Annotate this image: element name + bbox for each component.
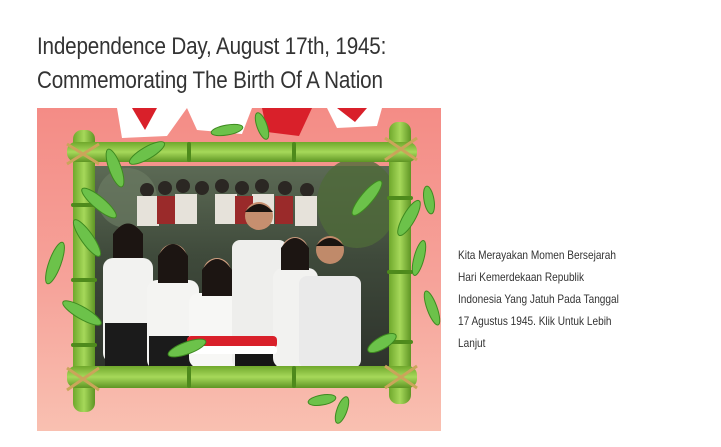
excerpt-line: Kita Merayakan Momen Bersejarah — [458, 248, 616, 262]
page-title-line-1: Independence Day, August 17th, 1945: — [37, 33, 387, 60]
group-photo — [95, 158, 397, 371]
excerpt-line: Hari Kemerdekaan Republik — [458, 270, 585, 284]
page-title[interactable]: Independence Day, August 17th, 1945: Com… — [37, 30, 398, 98]
feature-image-illustration — [45, 108, 441, 424]
excerpt-line: Lanjut — [458, 336, 486, 350]
article-excerpt: Kita Merayakan Momen Bersejarah Hari Kem… — [458, 244, 626, 354]
page-title-line-2: Commemorating The Birth Of A Nation — [37, 67, 383, 94]
excerpt-line: 17 Agustus 1945. Klik Untuk Lebih — [458, 314, 612, 328]
feature-image[interactable] — [37, 108, 441, 431]
flag-ribbon-decoration — [117, 108, 382, 138]
excerpt-line: Indonesia Yang Jatuh Pada Tanggal — [458, 292, 619, 306]
